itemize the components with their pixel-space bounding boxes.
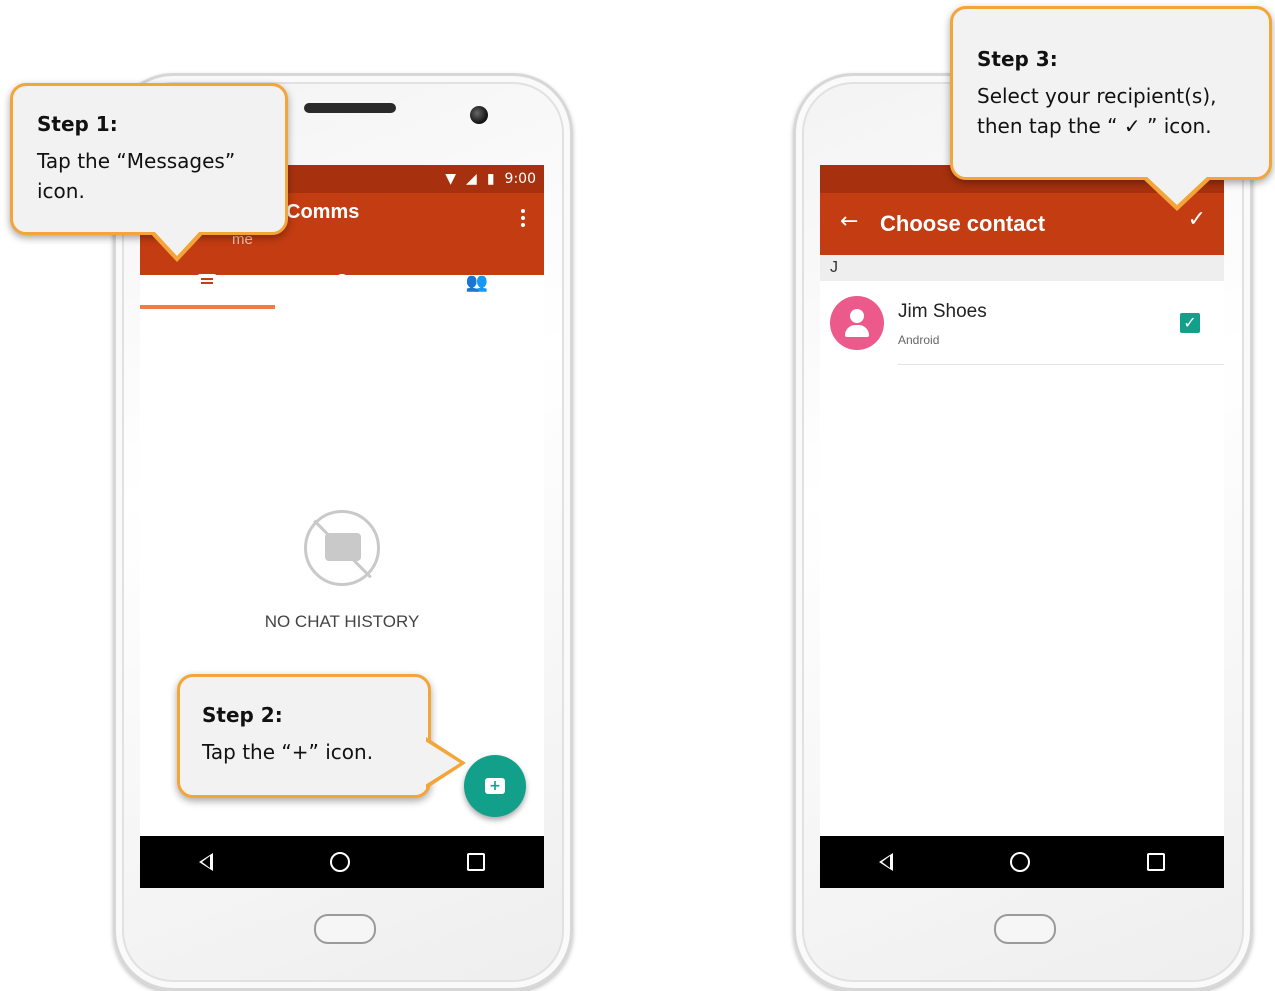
step3-body: Select your recipient(s), then tap the “… bbox=[977, 84, 1217, 138]
back-nav-icon[interactable] bbox=[878, 853, 893, 871]
step1-title: Step 1: bbox=[37, 112, 118, 136]
step2-body: Tap the “+” icon. bbox=[202, 740, 374, 764]
home-nav-icon[interactable] bbox=[1009, 852, 1030, 872]
step1-callout: Step 1: Tap the “Messages” icon. bbox=[10, 83, 288, 262]
step3-callout: Step 3: Select your recipient(s), then t… bbox=[950, 6, 1272, 211]
divider bbox=[898, 364, 1224, 365]
tab-history[interactable] bbox=[275, 255, 410, 309]
section-header: J bbox=[820, 255, 1224, 281]
contact-name: Jim Shoes bbox=[898, 301, 987, 322]
speaker-grille bbox=[304, 103, 396, 113]
no-chat-icon bbox=[304, 510, 380, 586]
empty-state-text: NO CHAT HISTORY bbox=[264, 612, 420, 631]
contact-checkbox[interactable]: ✓ bbox=[1180, 313, 1200, 333]
chat-bubble-icon bbox=[197, 274, 218, 295]
app-title: Comms bbox=[286, 201, 360, 223]
empty-state: NO CHAT HISTORY bbox=[140, 510, 544, 632]
status-time: 9:00 bbox=[504, 171, 536, 187]
tab-bar: 👥 bbox=[140, 255, 544, 309]
tab-contacts[interactable]: 👥 bbox=[409, 255, 544, 309]
step2-title: Step 2: bbox=[202, 703, 283, 727]
recents-nav-icon[interactable] bbox=[467, 853, 486, 871]
step1-body: Tap the “Messages” icon. bbox=[37, 149, 236, 203]
step3-title: Step 3: bbox=[977, 47, 1058, 71]
step2-callout: Step 2: Tap the “+” icon. bbox=[177, 674, 466, 798]
new-message-button[interactable]: + bbox=[464, 755, 526, 817]
nav-bar bbox=[820, 836, 1224, 888]
contact-type: Android bbox=[898, 333, 940, 347]
battery-icon: ▮ bbox=[486, 171, 495, 187]
right-phone-screen: ← Choose contact ✓ J Jim Shoes Android ✓ bbox=[820, 165, 1224, 888]
contact-row[interactable]: Jim Shoes Android ✓ bbox=[820, 283, 1224, 363]
clock-icon bbox=[334, 274, 350, 290]
no-signal-icon: ◢ bbox=[466, 171, 477, 187]
tab-messages[interactable] bbox=[140, 255, 275, 309]
wifi-icon: ▼ bbox=[445, 171, 457, 187]
overflow-menu-icon[interactable] bbox=[520, 209, 526, 231]
hardware-home-button[interactable] bbox=[314, 914, 376, 944]
home-nav-icon[interactable] bbox=[329, 852, 350, 872]
back-nav-icon[interactable] bbox=[198, 853, 213, 871]
page-title: Choose contact bbox=[880, 211, 1046, 236]
nav-bar bbox=[140, 836, 544, 888]
recents-nav-icon[interactable] bbox=[1147, 853, 1166, 871]
back-arrow-icon[interactable]: ← bbox=[840, 209, 858, 234]
contacts-icon: 👥 bbox=[465, 271, 488, 293]
hardware-home-button[interactable] bbox=[994, 914, 1056, 944]
avatar bbox=[830, 296, 884, 350]
new-message-icon: + bbox=[485, 778, 505, 794]
front-camera bbox=[470, 106, 488, 124]
